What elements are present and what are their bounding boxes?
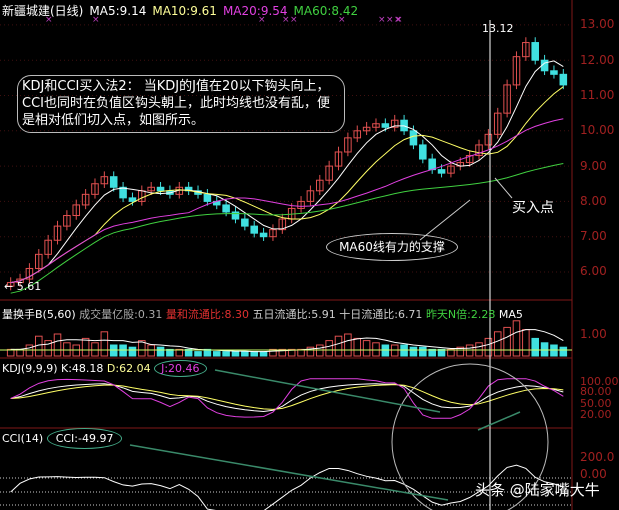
strategy-note: KDJ和CCI买入法2： 当KDJ的J值在20以下钩头向上，CCI也同时在负值区…	[17, 75, 345, 133]
volume-bar	[194, 351, 202, 357]
volume-bar	[503, 326, 511, 357]
volume-bar	[334, 335, 343, 357]
candle-body	[419, 144, 427, 160]
kdj-j: J:20.46	[154, 360, 207, 377]
volume-bar	[250, 351, 258, 357]
watermark: 头条 @陆家嘴大牛	[475, 481, 600, 499]
volume-bar	[231, 351, 240, 357]
cci-title: CCI(14)	[2, 432, 44, 445]
volume-bar	[531, 337, 539, 357]
ma5-label: MA5:9.14	[89, 4, 147, 18]
signal-mark: ×	[386, 15, 394, 25]
candle-body	[409, 130, 418, 146]
volume-bar	[522, 329, 530, 357]
candle-body	[531, 42, 539, 61]
volume-bar	[344, 333, 352, 357]
candle-body	[381, 123, 390, 128]
candle-body	[109, 176, 118, 188]
candle-body	[128, 197, 137, 202]
candle-body	[550, 70, 558, 75]
ten-day-ratio: 十日流通比:6.71	[339, 308, 423, 321]
y-tick: 6.00	[580, 264, 607, 278]
ma60-label: MA60:8.42	[293, 4, 359, 18]
volume-value: 成交量亿股:0.31	[79, 308, 163, 321]
y-tick: 7.00	[580, 229, 607, 243]
ma60-line	[10, 163, 564, 294]
cci-tick: 200.0	[580, 450, 615, 464]
y-tick: 8.00	[580, 194, 607, 208]
volume-bar	[63, 342, 71, 357]
volume-bar	[222, 351, 230, 357]
candle-body	[559, 73, 568, 86]
candle-body	[119, 186, 127, 199]
y-tick: 13.00	[580, 17, 615, 31]
y-tick: 11.00	[580, 88, 615, 102]
volume-bar	[419, 346, 427, 357]
signal-mark: ×	[378, 15, 386, 25]
volume-bar	[540, 342, 549, 357]
volume-ma5: MA5	[498, 308, 523, 321]
candle-body	[250, 225, 258, 234]
volume-tick: 1.00	[580, 327, 607, 341]
volume-bar	[81, 337, 90, 357]
candle-body	[241, 218, 249, 227]
volume-bar	[259, 351, 268, 357]
volume-bar	[484, 337, 493, 357]
y-tick: 9.00	[580, 159, 607, 173]
chart-header: 新疆城建(日线) MA5:9.14 MA10:9.61 MA20:9.54 MA60:8…	[2, 2, 364, 19]
volume-bar	[100, 331, 109, 357]
ma10-label: MA10:9.61	[152, 4, 217, 18]
volume-ma5-line	[10, 329, 564, 353]
five-day-ratio: 五日流通比:5.91	[252, 308, 336, 321]
volume-bar	[128, 346, 137, 357]
volume-bar	[353, 337, 362, 357]
volume-bar	[409, 346, 418, 357]
kdj-up-arrow	[477, 411, 521, 431]
volume-bar	[559, 346, 568, 357]
volume-bar	[372, 342, 380, 357]
volume-bar	[493, 331, 502, 357]
cci-header: CCI(14) CCI:-49.97	[2, 428, 123, 449]
volume-header: 量换手B(5,60) 成交量亿股:0.31 量和流通比:8.30 五日流通比:5…	[2, 306, 523, 322]
kdj-title: KDJ(9,9,9)	[2, 362, 58, 375]
kdj-header: KDJ(9,9,9) K:48.18 D:62.04 J:20.46	[2, 360, 207, 377]
volume-bar	[212, 351, 221, 357]
candle-body	[203, 193, 212, 202]
buy-point-label: 买入点	[512, 200, 554, 216]
stock-title: 新疆城建(日线)	[2, 4, 84, 18]
y-tick: 10.00	[580, 123, 615, 137]
cci-value: CCI:-49.97	[46, 428, 123, 449]
candle-body	[437, 169, 446, 174]
candle-body	[259, 232, 268, 238]
volume-bar	[475, 342, 483, 357]
volume-bar	[241, 351, 249, 357]
kdj-tick: 20.00	[580, 408, 612, 421]
buy-point-arrow	[494, 177, 513, 199]
candle-body	[428, 158, 436, 171]
kdj-k: K:48.18	[61, 362, 104, 375]
volume-ratio: 量和流通比:8.30	[165, 308, 250, 321]
volume-bar	[156, 346, 165, 357]
candle-body	[222, 204, 230, 213]
signal-mark: ×	[395, 15, 403, 25]
volume-bar	[53, 333, 62, 357]
ma60-support-label: MA60线有力的支撑	[326, 233, 458, 261]
kdj-j-line	[10, 378, 564, 419]
candle-body	[156, 186, 165, 192]
volume-bar	[91, 342, 99, 357]
volume-bar	[325, 340, 333, 357]
support-arrow	[419, 199, 471, 241]
low-label: ← 5.61	[4, 280, 42, 293]
ma20-label: MA20:9.54	[222, 4, 288, 18]
y-tick: 12.00	[580, 53, 615, 67]
high-label: 13.12	[482, 22, 514, 35]
volume-bar	[512, 320, 521, 357]
ma20-line	[10, 118, 564, 284]
volume-title: 量换手B(5,60)	[2, 308, 76, 321]
yesterday-multiple: 昨天N倍:2.28	[425, 308, 496, 321]
volume-bar	[362, 340, 371, 357]
kdj-d: D:62.04	[106, 362, 151, 375]
